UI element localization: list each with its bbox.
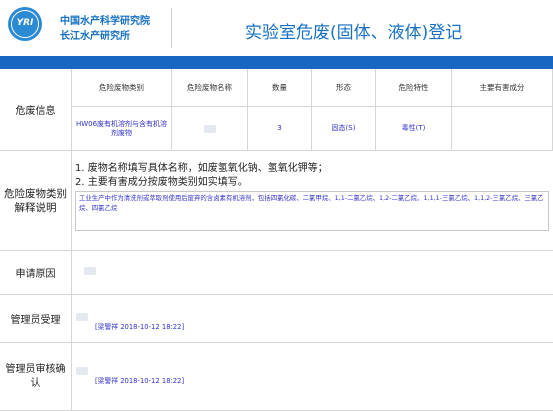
institute-logo: YRI xyxy=(8,7,42,41)
col-header-category: 危险废物类别 xyxy=(72,69,172,107)
explanation-textarea[interactable]: 工业生产中作为清洗剂或萃取剂使用后废弃的含卤素有机溶剂，包括四氯化碳、二氯甲烷、… xyxy=(75,191,549,231)
registration-form: 危废信息 危险废物类别 危险废物名称 数量 形态 危险特性 主要有害成分 HW0… xyxy=(0,69,553,411)
note-line-2: 2. 主要有害成分按废物类别如实填写。 xyxy=(75,177,248,188)
org-name-line2: 长江水产研究所 xyxy=(60,31,130,42)
label-waste-info: 危废信息 xyxy=(0,69,72,151)
col-header-hazard: 危险特性 xyxy=(376,69,452,107)
col-header-quantity: 数量 xyxy=(248,69,312,107)
cell-quantity: 3 xyxy=(248,107,312,151)
cell-category: HW06废有机溶剂与含有机溶剂废物 xyxy=(72,107,172,151)
note-line-1: 1. 废物名称填写具体名称，如废氢氧化钠、氢氧化钾等； xyxy=(75,163,328,174)
review-signature: [梁警祥 2018-10-12 18:22] xyxy=(95,377,185,385)
accept-signature: [梁警祥 2018-10-12 18:22] xyxy=(95,323,185,331)
label-admin-review: 管理员审核确认 xyxy=(0,343,72,411)
explanation-cell: 1. 废物名称填写具体名称，如废氢氧化钠、氢氧化钾等； 2. 主要有害成分按废物… xyxy=(72,151,553,251)
col-header-name: 危险废物名称 xyxy=(172,69,248,107)
header-divider xyxy=(171,8,172,48)
header-bar xyxy=(0,56,553,69)
redacted-value xyxy=(76,313,88,321)
label-reason: 申请原因 xyxy=(0,251,72,295)
org-name-line1: 中国水产科学研究院 xyxy=(60,16,150,27)
redacted-value xyxy=(76,367,88,375)
redacted-value xyxy=(84,267,96,275)
admin-review-cell: [梁警祥 2018-10-12 18:22] xyxy=(72,343,553,411)
cell-hazard: 毒性(T) xyxy=(376,107,452,151)
page-title: 实验室危废(固体、液体)登记 xyxy=(245,23,463,43)
page-header: YRI 中国水产科学研究院 长江水产研究所 实验室危废(固体、液体)登记 xyxy=(0,0,553,56)
cell-harmful xyxy=(452,107,553,151)
col-header-form: 形态 xyxy=(312,69,376,107)
redacted-value xyxy=(203,124,216,133)
reason-cell xyxy=(72,251,553,295)
cell-name xyxy=(172,107,248,151)
label-explanation: 危险废物类别解释说明 xyxy=(0,151,72,251)
admin-accept-cell: [梁警祥 2018-10-12 18:22] xyxy=(72,295,553,343)
label-admin-accept: 管理员受理 xyxy=(0,295,72,343)
cell-form: 固态(S) xyxy=(312,107,376,151)
col-header-harmful: 主要有害成分 xyxy=(452,69,553,107)
